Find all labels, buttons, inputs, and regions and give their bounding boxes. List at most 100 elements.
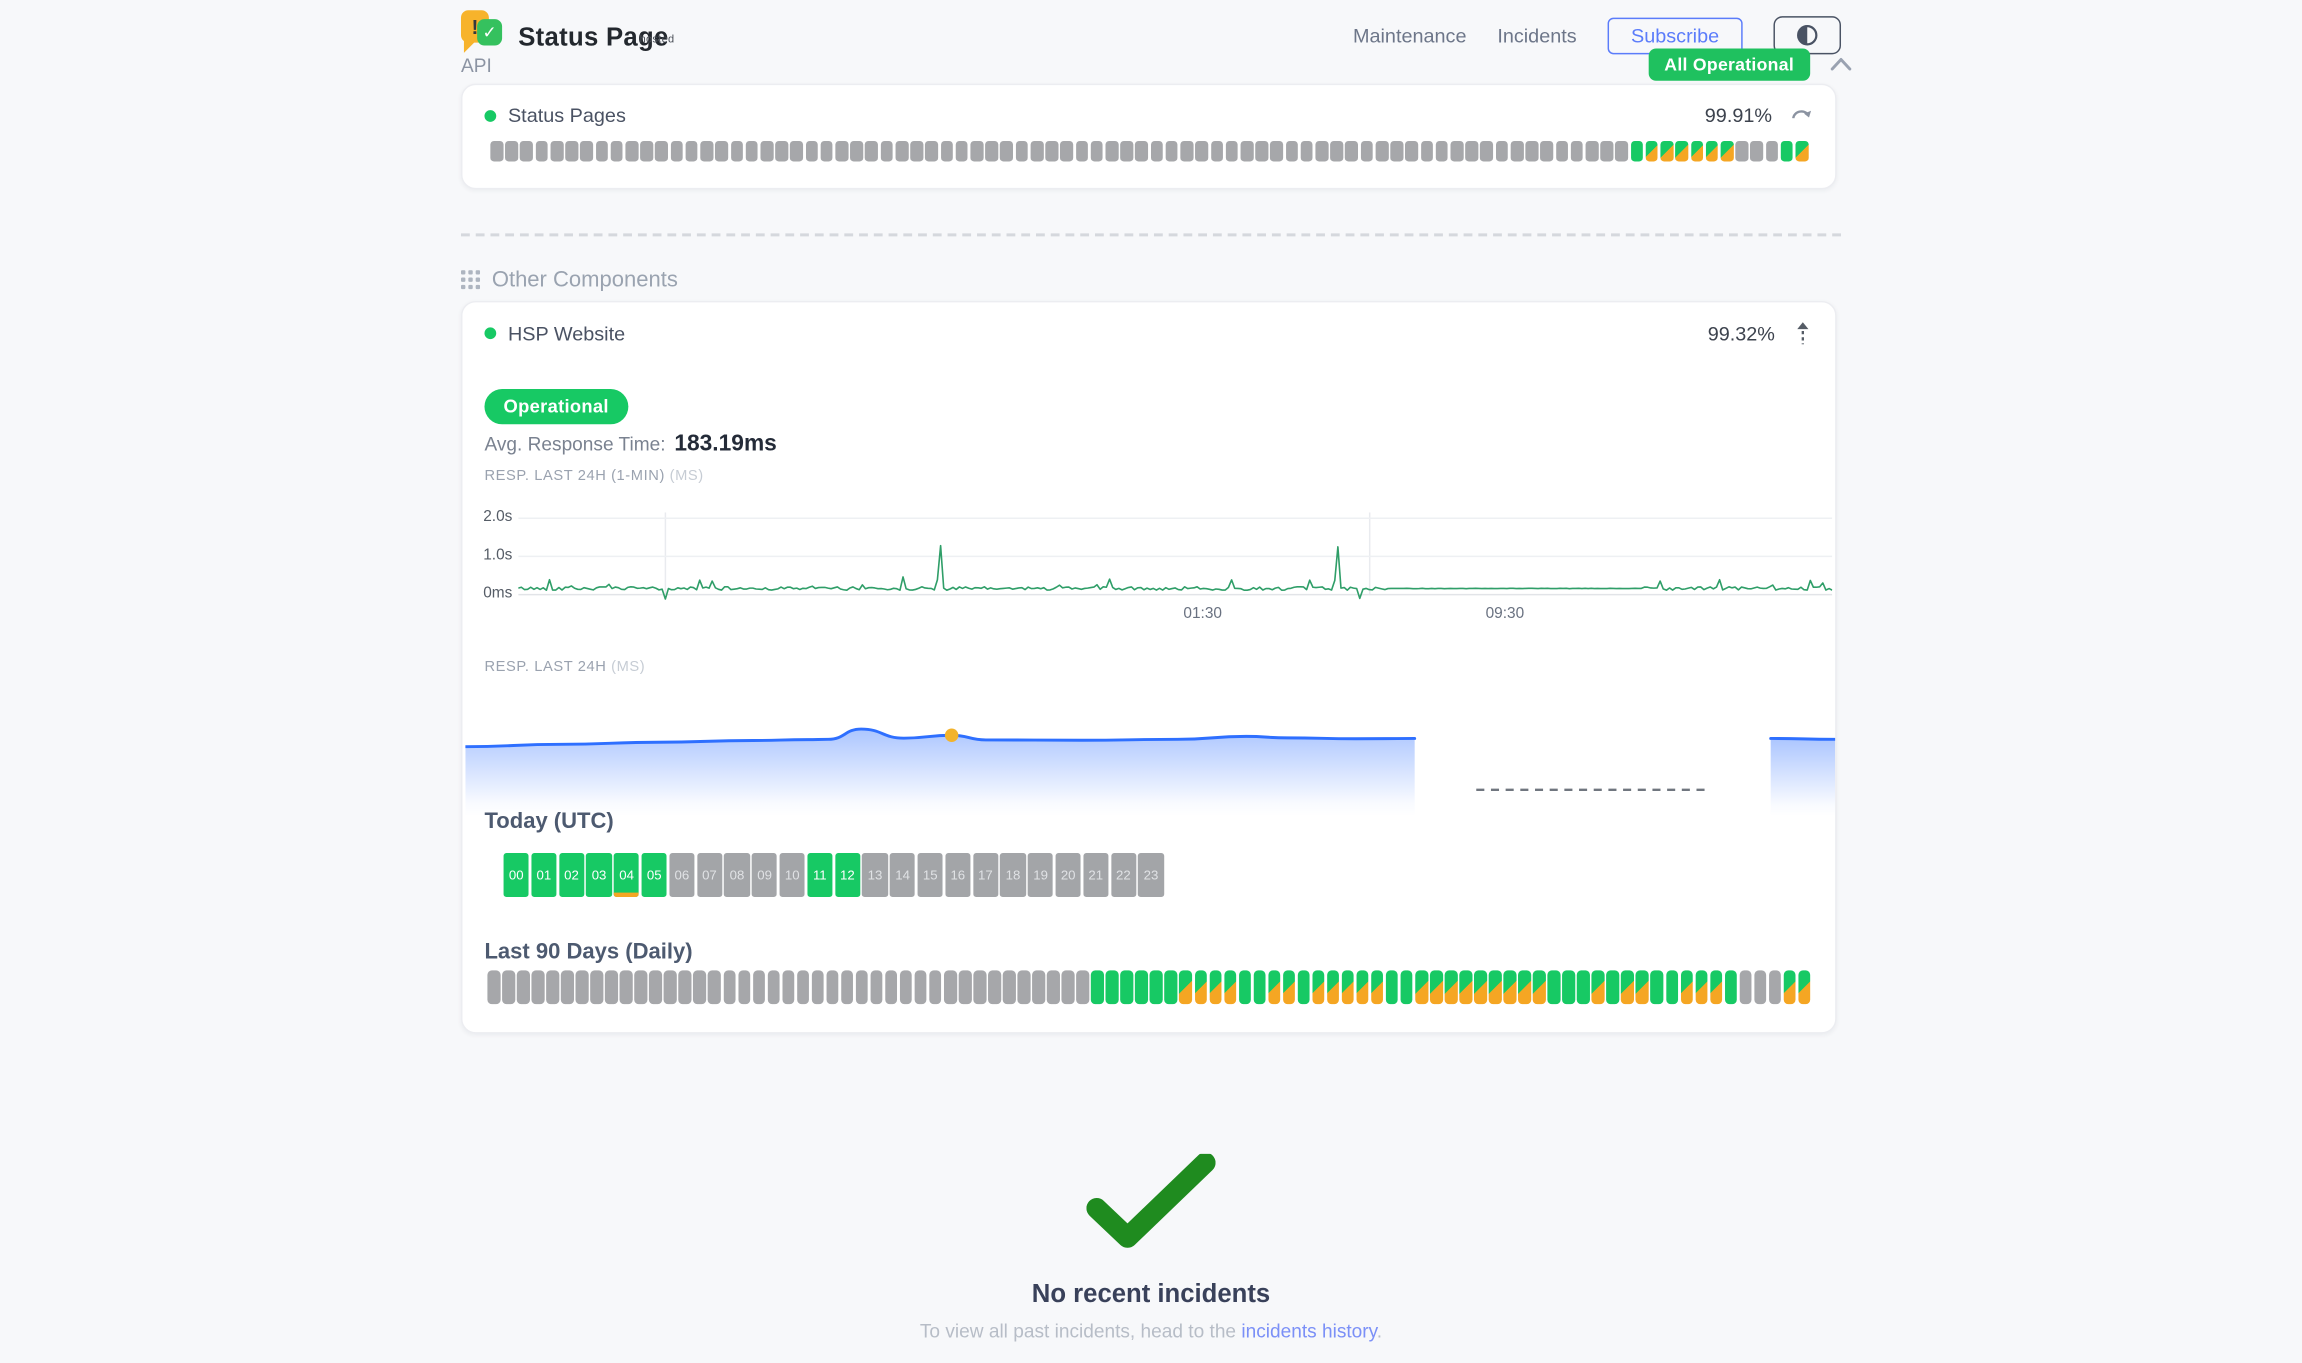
uptime-day[interactable] [1327, 970, 1340, 1004]
uptime-bar[interactable] [1601, 141, 1614, 162]
uptime-bar[interactable] [940, 141, 953, 162]
uptime-day[interactable] [546, 970, 559, 1004]
uptime-day[interactable] [649, 970, 662, 1004]
hour-block[interactable]: 03 [586, 853, 611, 897]
hour-block[interactable]: 10 [780, 853, 805, 897]
uptime-bar[interactable] [1721, 141, 1734, 162]
uptime-day[interactable] [694, 970, 707, 1004]
uptime-bar[interactable] [790, 141, 803, 162]
uptime-bar[interactable] [610, 141, 623, 162]
hour-block[interactable]: 20 [1055, 853, 1080, 897]
uptime-day[interactable] [1342, 970, 1355, 1004]
uptime-day[interactable] [1415, 970, 1428, 1004]
uptime-bar[interactable] [1165, 141, 1178, 162]
uptime-day[interactable] [1238, 970, 1251, 1004]
hour-block[interactable]: 04 [614, 853, 639, 897]
uptime-day[interactable] [723, 970, 736, 1004]
uptime-day[interactable] [605, 970, 618, 1004]
hour-block[interactable]: 01 [531, 853, 556, 897]
hour-block[interactable]: 09 [752, 853, 777, 897]
uptime-day[interactable] [1459, 970, 1472, 1004]
hour-block[interactable]: 15 [917, 853, 942, 897]
uptime-bar[interactable] [1180, 141, 1193, 162]
uptime-day[interactable] [1268, 970, 1281, 1004]
uptime-day[interactable] [944, 970, 957, 1004]
uptime-day[interactable] [797, 970, 810, 1004]
response-time-area-chart[interactable] [465, 687, 1835, 822]
uptime-bar[interactable] [1120, 141, 1133, 162]
uptime-bar[interactable] [820, 141, 833, 162]
uptime-bar[interactable] [955, 141, 968, 162]
uptime-bar[interactable] [1435, 141, 1448, 162]
uptime-bar[interactable] [775, 141, 788, 162]
uptime-day[interactable] [914, 970, 927, 1004]
uptime-bar[interactable] [835, 141, 848, 162]
uptime-bar[interactable] [985, 141, 998, 162]
uptime-bar[interactable] [1300, 141, 1313, 162]
nav-incidents[interactable]: Incidents [1497, 24, 1576, 46]
uptime-bar[interactable] [1556, 141, 1569, 162]
uptime-day[interactable] [826, 970, 839, 1004]
uptime-day[interactable] [502, 970, 515, 1004]
uptime-day[interactable] [561, 970, 574, 1004]
uptime-bar[interactable] [1030, 141, 1043, 162]
response-time-line-chart[interactable] [518, 512, 1832, 600]
uptime-day[interactable] [1180, 970, 1193, 1004]
incidents-history-link[interactable]: incidents history [1241, 1320, 1376, 1342]
uptime-bar[interactable] [700, 141, 713, 162]
uptime-day[interactable] [1165, 970, 1178, 1004]
uptime-bar[interactable] [1511, 141, 1524, 162]
hour-block[interactable]: 17 [973, 853, 998, 897]
uptime-day[interactable] [1386, 970, 1399, 1004]
uptime-bar[interactable] [715, 141, 728, 162]
uptime-bar[interactable] [1060, 141, 1073, 162]
uptime-bar[interactable] [520, 141, 533, 162]
nav-maintenance[interactable]: Maintenance [1353, 24, 1467, 46]
uptime-day[interactable] [1135, 970, 1148, 1004]
uptime-day[interactable] [752, 970, 765, 1004]
uptime-bar[interactable] [1646, 141, 1659, 162]
uptime-day[interactable] [1106, 970, 1119, 1004]
uptime-bar[interactable] [685, 141, 698, 162]
uptime-bar[interactable] [1135, 141, 1148, 162]
uptime-day[interactable] [1739, 970, 1752, 1004]
uptime-bar[interactable] [1541, 141, 1554, 162]
uptime-bar[interactable] [1571, 141, 1584, 162]
uptime-day[interactable] [1047, 970, 1060, 1004]
uptime-day[interactable] [708, 970, 721, 1004]
uptime-day[interactable] [635, 970, 648, 1004]
uptime-bar[interactable] [1315, 141, 1328, 162]
uptime-day[interactable] [1504, 970, 1517, 1004]
uptime-bar[interactable] [925, 141, 938, 162]
uptime-bar[interactable] [1781, 141, 1794, 162]
hour-block[interactable]: 07 [697, 853, 722, 897]
uptime-bar[interactable] [1796, 141, 1809, 162]
hour-block[interactable]: 00 [504, 853, 529, 897]
uptime-bar[interactable] [655, 141, 668, 162]
uptime-day[interactable] [1062, 970, 1075, 1004]
uptime-bar[interactable] [1465, 141, 1478, 162]
uptime-day[interactable] [1312, 970, 1325, 1004]
collapse-section-button[interactable] [1826, 51, 1855, 79]
uptime-bar[interactable] [880, 141, 893, 162]
uptime-bar[interactable] [760, 141, 773, 162]
uptime-bar[interactable] [1450, 141, 1463, 162]
uptime-bar[interactable] [1616, 141, 1629, 162]
uptime-bar[interactable] [1330, 141, 1343, 162]
uptime-day[interactable] [1592, 970, 1605, 1004]
uptime-day[interactable] [870, 970, 883, 1004]
hour-block[interactable]: 22 [1111, 853, 1136, 897]
hour-block[interactable]: 14 [890, 853, 915, 897]
uptime-day[interactable] [767, 970, 780, 1004]
uptime-day[interactable] [1769, 970, 1782, 1004]
uptime-day[interactable] [1430, 970, 1443, 1004]
uptime-day[interactable] [1754, 970, 1767, 1004]
uptime-day[interactable] [1607, 970, 1620, 1004]
hour-block[interactable]: 11 [807, 853, 832, 897]
uptime-bar[interactable] [535, 141, 548, 162]
uptime-bar[interactable] [1751, 141, 1764, 162]
uptime-day[interactable] [1297, 970, 1310, 1004]
uptime-bar[interactable] [505, 141, 518, 162]
uptime-day[interactable] [1548, 970, 1561, 1004]
uptime-day[interactable] [738, 970, 751, 1004]
